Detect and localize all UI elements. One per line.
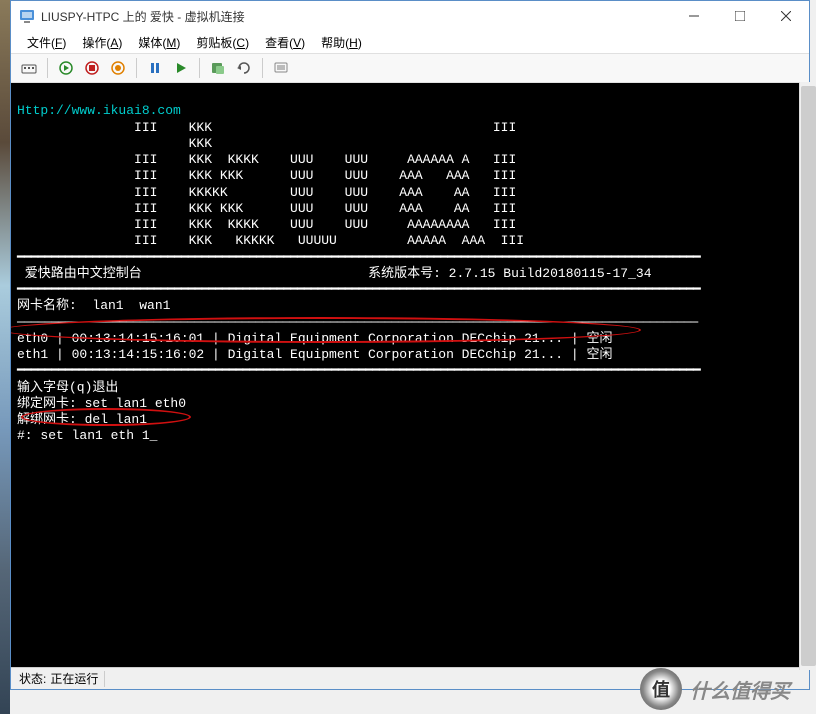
divider: ━━━━━━━━━━━━━━━━━━━━━━━━━━━━━━━━━━━━━━━━…	[17, 250, 700, 265]
toolbar-separator	[262, 58, 263, 78]
toolbar-separator	[136, 58, 137, 78]
window-title: LIUSPY-HTPC 上的 爱快 - 虚拟机连接	[41, 8, 671, 25]
divider: ━━━━━━━━━━━━━━━━━━━━━━━━━━━━━━━━━━━━━━━━…	[17, 363, 700, 378]
command-prompt: #: set lan1 eth 1_	[17, 428, 157, 443]
shutdown-button[interactable]	[106, 56, 130, 80]
maximize-button[interactable]	[717, 1, 763, 31]
reset-button[interactable]	[169, 56, 193, 80]
status-separator	[104, 671, 105, 687]
toolbar-separator	[199, 58, 200, 78]
menu-media[interactable]: 媒体(M)	[130, 32, 188, 53]
revert-button[interactable]	[232, 56, 256, 80]
divider: ────────────────────────────────────────…	[17, 315, 697, 330]
quit-help: 输入字母(q)退出	[17, 380, 118, 395]
enhanced-session-button[interactable]	[269, 56, 293, 80]
vertical-scrollbar[interactable]	[799, 82, 816, 670]
menu-file[interactable]: 文件(F)	[19, 32, 74, 53]
minimize-button[interactable]	[671, 1, 717, 31]
titlebar[interactable]: LIUSPY-HTPC 上的 爱快 - 虚拟机连接	[11, 1, 809, 31]
ctrl-alt-del-button[interactable]	[17, 56, 41, 80]
menu-action[interactable]: 操作(A)	[74, 32, 130, 53]
toolbar	[11, 53, 809, 83]
status-value: 正在运行	[50, 670, 98, 687]
turnoff-button[interactable]	[80, 56, 104, 80]
app-icon	[19, 8, 35, 24]
close-button[interactable]	[763, 1, 809, 31]
watermark: 值 什么值得买	[636, 664, 816, 714]
scroll-thumb[interactable]	[801, 86, 816, 666]
status-label: 状态:	[19, 670, 46, 687]
start-button[interactable]	[54, 56, 78, 80]
eth0-line: eth0 | 00:13:14:15:16:01 | Digital Equip…	[17, 331, 613, 346]
watermark-text: 什么值得买	[690, 675, 790, 704]
nic-names: 网卡名称: lan1 wan1	[17, 298, 170, 313]
checkpoint-button[interactable]	[206, 56, 230, 80]
watermark-badge: 值	[640, 668, 682, 710]
menu-help[interactable]: 帮助(H)	[313, 32, 370, 53]
console-header: 爱快路由中文控制台 系统版本号: 2.7.15 Build20180115-17…	[17, 266, 652, 281]
divider: ━━━━━━━━━━━━━━━━━━━━━━━━━━━━━━━━━━━━━━━━…	[17, 282, 700, 297]
menu-view[interactable]: 查看(V)	[257, 32, 313, 53]
toolbar-separator	[47, 58, 48, 78]
window-controls	[671, 1, 809, 31]
terminal-url: Http://www.ikuai8.com	[17, 103, 181, 118]
terminal-screen[interactable]: Http://www.ikuai8.com III KKK III KKK II…	[11, 83, 809, 667]
pause-button[interactable]	[143, 56, 167, 80]
eth1-line: eth1 | 00:13:14:15:16:02 | Digital Equip…	[17, 347, 613, 362]
unbind-help: 解绑网卡: del lan1	[17, 412, 147, 427]
menubar: 文件(F) 操作(A) 媒体(M) 剪贴板(C) 查看(V) 帮助(H)	[11, 31, 809, 53]
side-decoration	[0, 0, 10, 714]
vm-window: LIUSPY-HTPC 上的 爱快 - 虚拟机连接 文件(F) 操作(A) 媒体…	[10, 0, 810, 690]
bind-help: 绑定网卡: set lan1 eth0	[17, 396, 186, 411]
ascii-logo: III KKK III KKK III KKK KKKK UUU UUU AAA…	[17, 120, 524, 249]
menu-clipboard[interactable]: 剪贴板(C)	[188, 32, 257, 53]
